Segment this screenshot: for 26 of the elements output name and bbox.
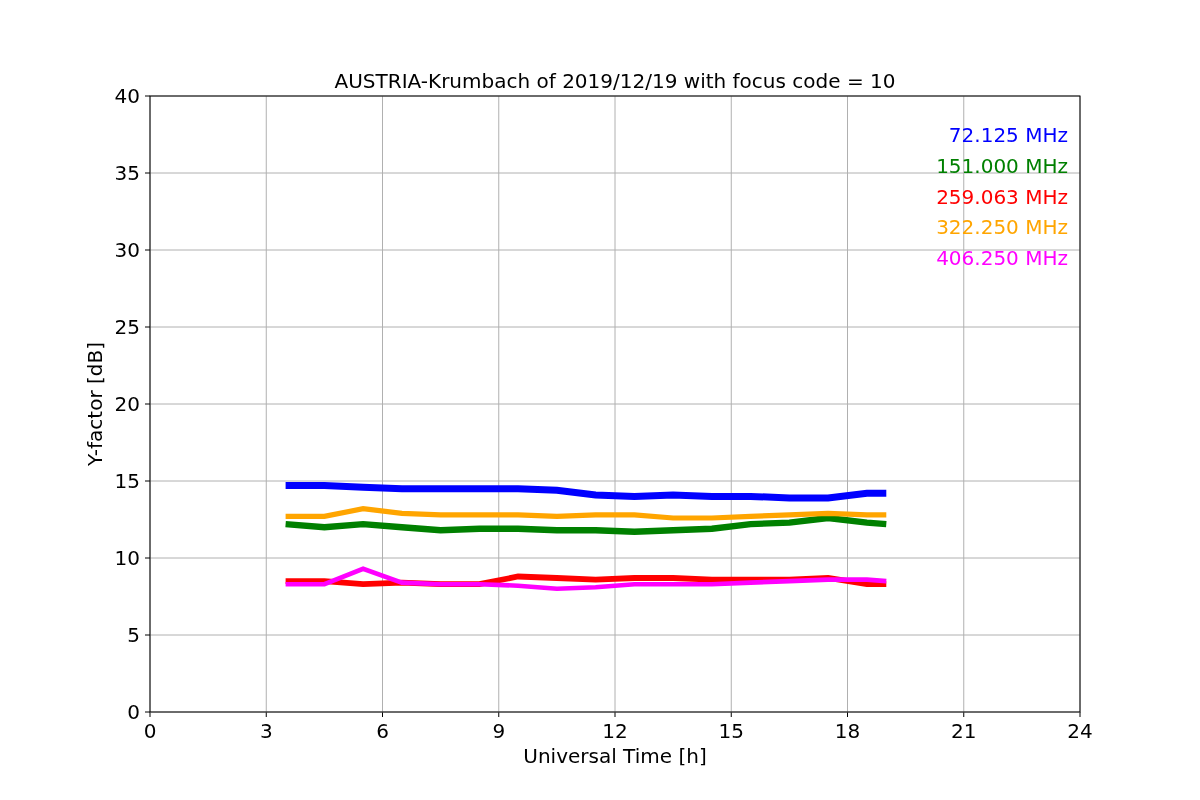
tick-label: 15: [114, 469, 140, 493]
tick-label: 18: [834, 719, 861, 743]
tick-label: 0: [127, 700, 140, 724]
legend-label: 406.250 MHz: [936, 246, 1068, 271]
tick-label: 35: [114, 161, 140, 185]
tick-label: 12: [602, 719, 628, 743]
chart-title: AUSTRIA-Krumbach of 2019/12/19 with focus code = 10: [334, 69, 896, 93]
tick-label: 25: [114, 315, 140, 339]
tick-label: 15: [718, 719, 744, 743]
tick-label: 5: [127, 623, 140, 647]
legend-label: 259.063 MHz: [936, 184, 1068, 209]
legend-label: 72.125 MHz: [948, 123, 1068, 147]
tick-label: 40: [114, 84, 140, 108]
tick-label: 20: [114, 392, 140, 416]
tick-label: 30: [114, 238, 140, 262]
tick-label: 24: [1067, 719, 1093, 743]
tick-label: 10: [114, 546, 140, 570]
tick-label: 21: [951, 719, 977, 743]
tick-label: 9: [492, 719, 506, 743]
y-axis-title: Y-factor [dB]: [83, 342, 107, 466]
legend-label: 322.250 MHz: [936, 215, 1068, 240]
x-axis-title: Universal Time [h]: [523, 744, 707, 768]
legend-label: 151.000 MHz: [936, 153, 1068, 178]
tick-label: 0: [143, 719, 157, 743]
tick-label: 6: [376, 719, 389, 743]
tick-label: 3: [259, 719, 273, 743]
